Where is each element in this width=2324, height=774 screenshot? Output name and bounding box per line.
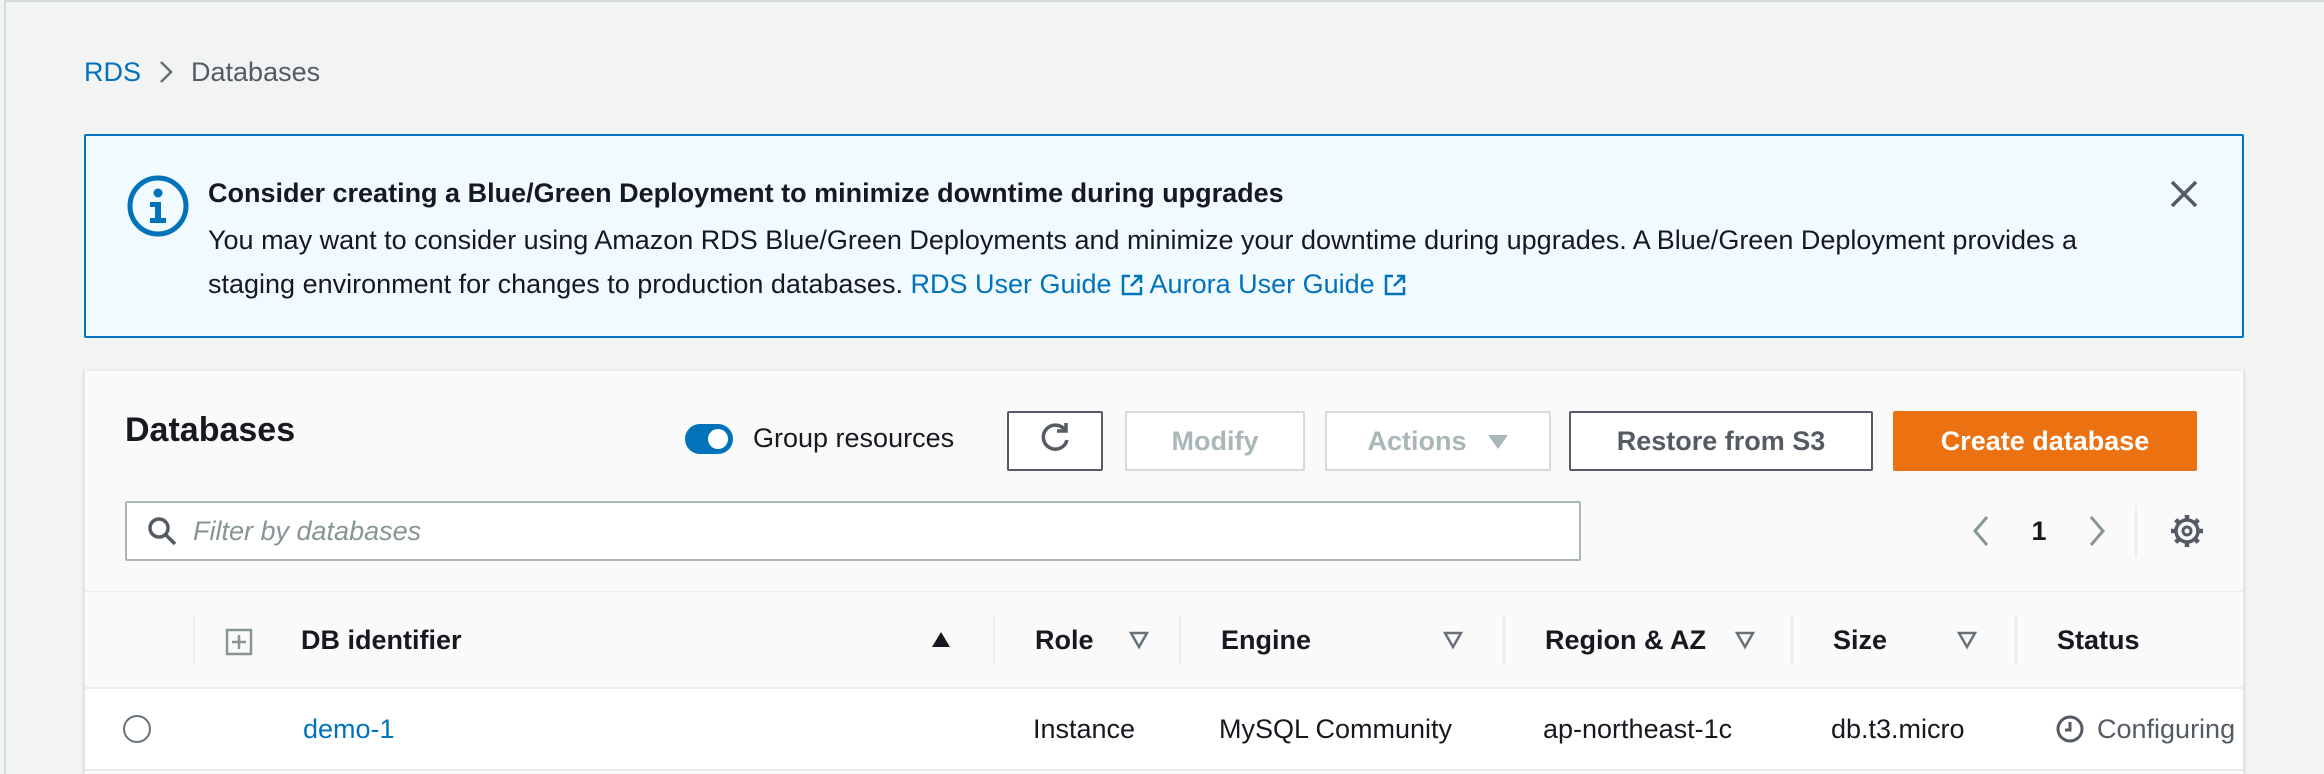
filter-box [125, 501, 1581, 561]
caret-down-icon [1487, 426, 1509, 457]
pagination: 1 [1961, 509, 2117, 553]
column-divider [1791, 616, 1793, 664]
status-cell: Configuring [2055, 689, 2243, 769]
chevron-right-icon [141, 59, 191, 85]
clock-icon [2055, 714, 2085, 744]
create-database-button[interactable]: Create database [1893, 411, 2197, 471]
actions-button[interactable]: Actions [1325, 411, 1551, 471]
column-header-db-identifier[interactable]: DB identifier [301, 592, 462, 688]
column-divider [993, 616, 995, 664]
column-header-size[interactable]: Size [1833, 592, 1887, 688]
breadcrumb-current: Databases [191, 56, 321, 87]
banner-body: You may want to consider using Amazon RD… [208, 218, 2148, 310]
page-number[interactable]: 1 [2019, 516, 2059, 547]
engine-cell: MySQL Community [1219, 713, 1453, 744]
rds-user-guide-label: RDS User Guide [910, 269, 1112, 299]
external-link-icon [1120, 266, 1144, 310]
refresh-button[interactable] [1007, 411, 1103, 471]
info-banner: Consider creating a Blue/Green Deploymen… [84, 134, 2244, 338]
search-icon [147, 516, 177, 546]
close-icon[interactable] [2166, 176, 2202, 212]
databases-panel: Databases Group resources Modify Actions… [84, 370, 2244, 774]
column-divider [1503, 616, 1505, 664]
gear-icon[interactable] [2169, 513, 2205, 549]
expand-all-icon[interactable] [225, 628, 253, 656]
column-divider [1179, 616, 1181, 664]
column-header-role[interactable]: Role [1035, 592, 1094, 688]
rds-user-guide-link[interactable]: RDS User Guide [910, 269, 1149, 299]
refresh-icon [1037, 420, 1073, 463]
info-icon [126, 174, 190, 238]
aurora-user-guide-link[interactable]: Aurora User Guide [1150, 269, 1413, 299]
row-select-radio[interactable] [123, 715, 151, 743]
external-link-icon [1383, 266, 1407, 310]
column-header-engine[interactable]: Engine [1221, 592, 1311, 688]
aurora-user-guide-label: Aurora User Guide [1149, 269, 1375, 299]
group-resources-label: Group resources [753, 423, 955, 453]
table-header: DB identifier Role Engine Region & AZ Si… [85, 591, 2243, 689]
filter-input[interactable] [193, 515, 1553, 547]
chevron-right-icon[interactable] [2077, 509, 2117, 553]
chevron-left-icon[interactable] [1961, 509, 2001, 553]
status-text: Configuring [2097, 713, 2236, 744]
group-resources-toggle[interactable]: Group resources [685, 423, 954, 454]
column-divider [193, 616, 195, 664]
pagination-divider [2135, 505, 2137, 557]
breadcrumb-rds-link[interactable]: RDS [84, 57, 141, 88]
table-row[interactable]: demo-1 Instance MySQL Community ap-north… [85, 689, 2243, 771]
region-cell: ap-northeast-1c [1543, 713, 1733, 744]
panel-title: Databases [125, 411, 296, 449]
banner-title: Consider creating a Blue/Green Deploymen… [208, 178, 1284, 208]
db-identifier-link[interactable]: demo-1 [303, 714, 395, 745]
sort-icon[interactable] [1956, 630, 1978, 650]
toggle-switch[interactable] [685, 423, 733, 454]
role-cell: Instance [1033, 713, 1136, 744]
modify-button[interactable]: Modify [1125, 411, 1305, 471]
actions-label: Actions [1367, 425, 1467, 456]
column-header-status[interactable]: Status [2057, 592, 2140, 688]
size-cell: db.t3.micro [1831, 713, 1965, 744]
sort-icon[interactable] [1128, 630, 1150, 650]
breadcrumb: RDS Databases [84, 54, 320, 90]
sort-icon[interactable] [1442, 630, 1464, 650]
sort-ascending-icon[interactable] [931, 630, 951, 650]
column-header-region-az[interactable]: Region & AZ [1545, 592, 1706, 688]
restore-from-s3-button[interactable]: Restore from S3 [1569, 411, 1873, 471]
sort-icon[interactable] [1734, 630, 1756, 650]
column-divider [2015, 616, 2017, 664]
